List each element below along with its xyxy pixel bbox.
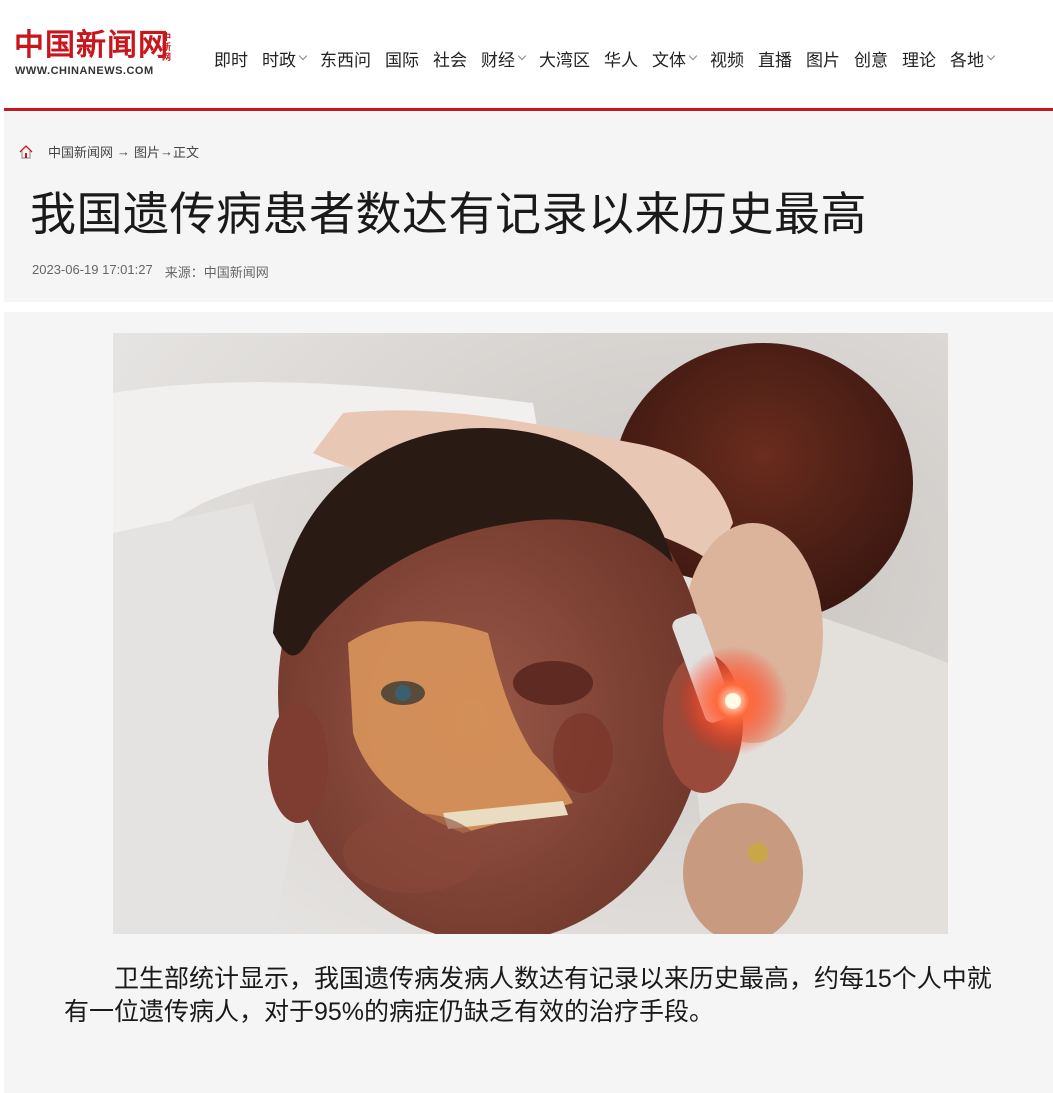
article-meta: 2023-06-19 17:01:27 来源：中国新闻网: [32, 262, 269, 281]
nav-item[interactable]: 大湾区: [539, 46, 590, 70]
nav-item[interactable]: 文体: [652, 46, 698, 70]
nav-item-label: 国际: [385, 50, 419, 70]
article-header: 中国新闻网 → 图片 → 正文 我国遗传病患者数达有记录以来历史最高 2023-…: [4, 112, 1053, 302]
breadcrumb-separator: →: [160, 144, 174, 159]
chevron-down-icon: [517, 51, 527, 61]
nav-item[interactable]: 华人: [604, 46, 638, 70]
chevron-down-icon: [688, 51, 698, 61]
article-datetime: 2023-06-19 17:01:27: [32, 262, 153, 277]
article-title: 我国遗传病患者数达有记录以来历史最高: [30, 188, 867, 240]
home-icon[interactable]: [18, 144, 34, 160]
nav-item-label: 各地: [950, 50, 984, 70]
nav-item-label: 社会: [433, 50, 467, 70]
nav-item[interactable]: 视频: [710, 46, 744, 70]
nav-item[interactable]: 即时: [214, 46, 248, 70]
nav-item[interactable]: 财经: [481, 46, 527, 70]
chevron-down-icon: [298, 51, 308, 61]
nav-item-label: 即时: [214, 50, 248, 70]
logo-chinese-text: 中国新闻网: [14, 28, 169, 63]
breadcrumb: 中国新闻网 → 图片 → 正文: [18, 142, 203, 161]
site-logo[interactable]: 中国新闻网 中新网 WWW.CHINANEWS.COM: [14, 30, 174, 82]
nav-item-label: 直播: [758, 50, 792, 70]
breadcrumb-current: 正文: [173, 145, 200, 160]
nav-item[interactable]: 时政: [262, 46, 308, 70]
nav-item[interactable]: 国际: [385, 46, 419, 70]
logo-mini-text: 中新网: [162, 32, 172, 62]
header-divider: [4, 108, 1053, 111]
article-caption: 卫生部统计显示，我国遗传病发病人数达有记录以来历史最高，约每15个人中就有一位遗…: [64, 965, 992, 1026]
nav-item-label: 时政: [262, 50, 296, 70]
breadcrumb-home-link[interactable]: 中国新闻网: [48, 142, 113, 161]
nav-item[interactable]: 创意: [854, 46, 888, 70]
main-nav: 即时 时政 东西问 国际 社会 财经 大湾区 华人 文体 视频 直播 图片 创意 理论 各地: [214, 46, 1008, 70]
nav-item-label: 图片: [806, 50, 840, 70]
nav-item[interactable]: 社会: [433, 46, 467, 70]
article-source: 来源：中国新闻网: [164, 265, 269, 280]
nav-item[interactable]: 东西问: [320, 46, 371, 70]
chevron-down-icon: [986, 51, 996, 61]
nav-item-label: 创意: [854, 50, 888, 70]
breadcrumb-separator: →: [117, 144, 131, 159]
nav-item[interactable]: 直播: [758, 46, 792, 70]
nav-item-label: 东西问: [320, 50, 371, 70]
nav-item[interactable]: 理论: [902, 46, 936, 70]
nav-item-label: 华人: [604, 50, 638, 70]
nav-item-label: 视频: [710, 50, 744, 70]
nav-item-label: 理论: [902, 50, 936, 70]
nav-item[interactable]: 各地: [950, 46, 996, 70]
nav-item[interactable]: 图片: [806, 46, 840, 70]
article-body: 卫生部统计显示，我国遗传病发病人数达有记录以来历史最高，约每15个人中就有一位遗…: [4, 312, 1053, 1093]
nav-item-label: 文体: [652, 50, 686, 70]
breadcrumb-section-link[interactable]: 图片: [134, 142, 160, 161]
logo-english-text: WWW.CHINANEWS.COM: [15, 65, 154, 77]
nav-item-label: 财经: [481, 50, 515, 70]
nav-item-label: 大湾区: [539, 50, 590, 70]
article-photo: [113, 333, 948, 934]
photo-illustration: [113, 333, 948, 934]
site-header: 中国新闻网 中新网 WWW.CHINANEWS.COM 即时 时政 东西问 国际 社会财…: [0, 0, 1053, 108]
